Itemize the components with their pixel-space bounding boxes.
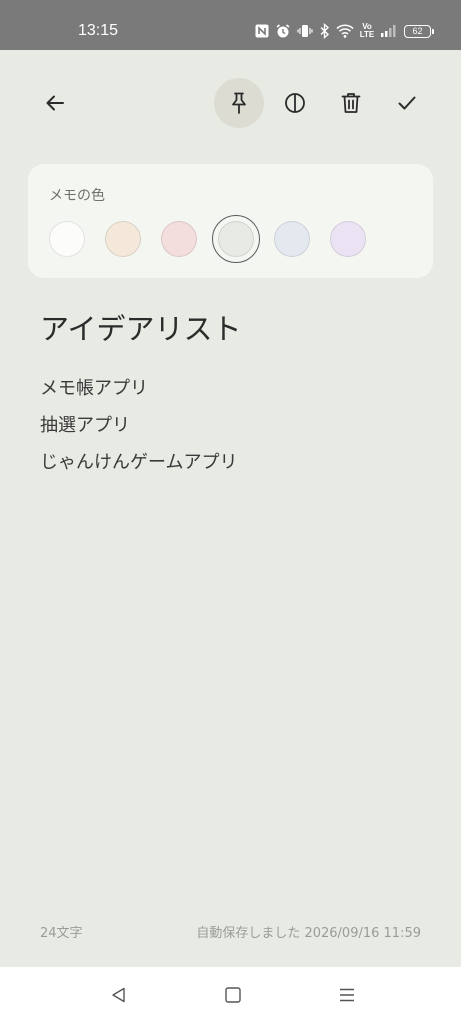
contrast-icon [285, 93, 305, 113]
autosave-status: 自動保存しました 2026/09/16 11:59 [196, 926, 421, 941]
nav-back-button[interactable] [104, 980, 134, 1010]
menu-lines-icon [340, 988, 354, 1002]
note-line[interactable]: メモ帳アプリ [40, 376, 148, 402]
vibrate-icon [297, 22, 313, 40]
status-bar: 13:15 Vo LTE 62 [0, 0, 461, 50]
color-swatch-beige[interactable] [105, 221, 141, 257]
pin-icon [232, 92, 246, 114]
color-swatch-blue[interactable] [274, 221, 310, 257]
wifi-icon [336, 22, 354, 40]
note-line[interactable]: 抽選アプリ [40, 413, 130, 439]
bluetooth-icon [319, 22, 330, 40]
volte-icon: Vo LTE [359, 22, 375, 39]
square-home-icon [225, 987, 241, 1003]
color-swatch-purple[interactable] [330, 221, 366, 257]
battery-icon: 62 [404, 24, 434, 38]
color-swatch-white[interactable] [49, 221, 85, 257]
arrow-left-icon [46, 95, 64, 111]
system-nav-bar [0, 967, 461, 1024]
memo-color-label: メモの色 [49, 188, 105, 204]
note-line[interactable]: じゃんけんゲームアプリ [40, 450, 237, 476]
color-swatch-green[interactable] [218, 221, 254, 257]
triangle-back-icon [112, 987, 125, 1003]
trash-icon [341, 93, 361, 113]
alarm-icon [275, 22, 291, 40]
status-time: 13:15 [78, 22, 119, 39]
back-button[interactable] [30, 78, 80, 128]
nav-home-button[interactable] [218, 980, 248, 1010]
color-swatch-pink[interactable] [161, 221, 197, 257]
status-icons: Vo LTE 62 [255, 21, 434, 41]
delete-button[interactable] [326, 78, 376, 128]
memo-color-card: メモの色 [28, 164, 433, 278]
character-count: 24文字 [40, 926, 83, 941]
pin-button[interactable] [214, 78, 264, 128]
done-button[interactable] [382, 78, 432, 128]
nav-menu-button[interactable] [332, 980, 362, 1010]
nfc-icon [255, 22, 269, 40]
theme-button[interactable] [270, 78, 320, 128]
signal-icon [380, 22, 398, 40]
note-title[interactable]: アイデアリスト [40, 308, 242, 350]
check-icon [398, 96, 416, 110]
